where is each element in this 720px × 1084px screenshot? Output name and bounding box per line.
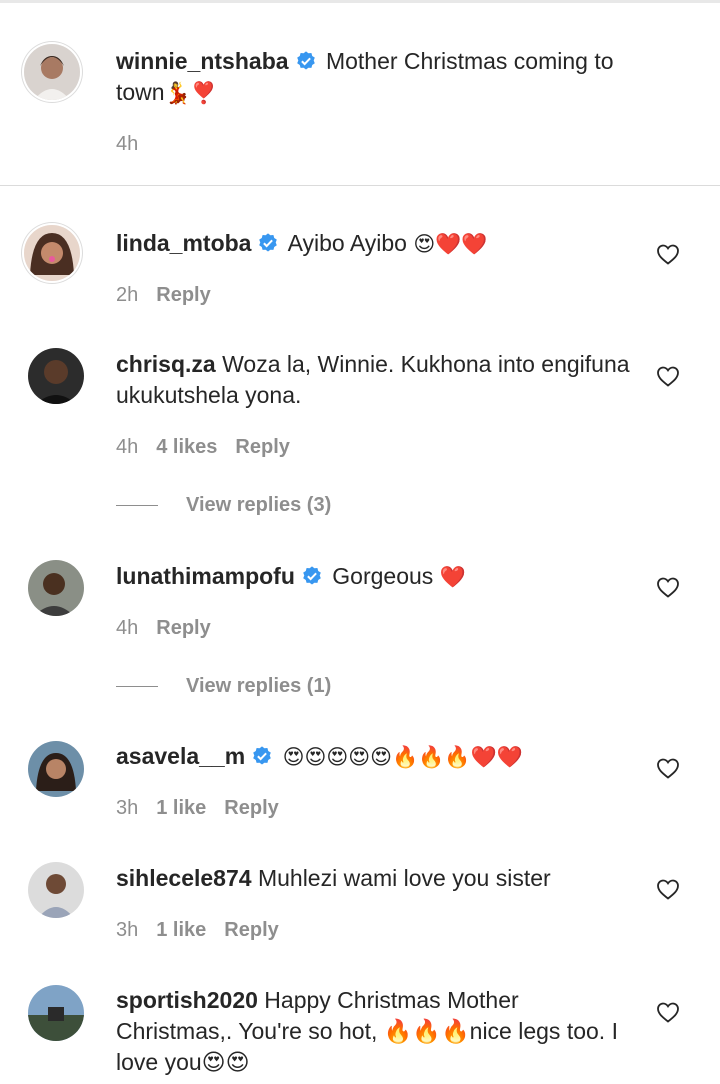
comment-meta: 3h 1 like Reply (116, 918, 297, 942)
heart-outline-icon[interactable] (656, 243, 680, 265)
comment-avatar[interactable] (28, 862, 84, 918)
comment-meta: 3h 1 like Reply (116, 796, 297, 820)
caption-meta: 4h (116, 132, 156, 156)
comment-meta: 4h 4 likes Reply (116, 435, 308, 459)
comment-time: 3h (116, 919, 139, 941)
comment-text: sportish2020 Happy Christmas Mother Chri… (116, 985, 641, 1078)
view-replies-button[interactable]: View replies (1) (116, 675, 331, 699)
view-replies-label: View replies (3) (186, 494, 332, 516)
comment-time: 4h (116, 617, 139, 639)
verified-badge-icon (295, 50, 317, 72)
caption-divider (0, 185, 720, 186)
comment-username[interactable]: asavela__m (116, 743, 245, 769)
comment-username[interactable]: sihlecele874 (116, 865, 252, 891)
comment-meta: 2h Reply (116, 283, 229, 307)
comment-username[interactable]: lunathimampofu (116, 563, 295, 589)
reply-button[interactable]: Reply (224, 919, 278, 941)
comment-username[interactable]: chrisq.za (116, 351, 216, 377)
comment-text: chrisq.za Woza la, Winnie. Kukhona into … (116, 349, 641, 411)
likes-count[interactable]: 1 like (156, 919, 206, 941)
comment-username[interactable]: sportish2020 (116, 987, 258, 1013)
heart-outline-icon[interactable] (656, 365, 680, 387)
comment-avatar[interactable] (28, 741, 84, 797)
comment-avatar[interactable] (28, 985, 84, 1041)
view-replies-line (116, 505, 158, 507)
comment-emoji: 😍❤️❤️ (413, 232, 488, 256)
likes-count[interactable]: 1 like (156, 797, 206, 819)
heart-outline-icon[interactable] (656, 878, 680, 900)
verified-badge-icon (301, 565, 323, 587)
heart-outline-icon[interactable] (656, 757, 680, 779)
caption-emoji: 💃❣️ (164, 81, 217, 105)
view-replies-label: View replies (1) (186, 675, 332, 697)
heart-outline-icon[interactable] (656, 1001, 680, 1023)
comment-body: Muhlezi wami love you sister (257, 865, 551, 891)
comment-text: linda_mtoba Ayibo Ayibo 😍❤️❤️ (116, 228, 641, 260)
caption-time: 4h (116, 133, 139, 155)
comment-time: 4h (116, 436, 139, 458)
view-replies-line (116, 686, 158, 688)
reply-button[interactable]: Reply (156, 284, 210, 306)
reply-button[interactable]: Reply (224, 797, 278, 819)
comment-time: 3h (116, 797, 139, 819)
comment-body: Ayibo Ayibo (287, 230, 407, 256)
comment-body: Gorgeous (332, 563, 434, 589)
comment-username[interactable]: linda_mtoba (116, 230, 251, 256)
verified-badge-icon (257, 232, 279, 254)
verified-badge-icon (251, 745, 273, 767)
caption-text: winnie_ntshaba Mother Christmas coming t… (116, 46, 641, 109)
comment-avatar[interactable] (24, 225, 80, 281)
comment-text: sihlecele874 Muhlezi wami love you siste… (116, 863, 641, 894)
comment-emoji: 😍😍😍😍😍🔥🔥🔥❤️❤️ (282, 745, 523, 769)
top-border (0, 0, 720, 3)
comment-avatar[interactable] (28, 560, 84, 616)
view-replies-button[interactable]: View replies (3) (116, 494, 331, 518)
caption-username[interactable]: winnie_ntshaba (116, 48, 289, 74)
reply-button[interactable]: Reply (156, 617, 210, 639)
heart-outline-icon[interactable] (656, 576, 680, 598)
comment-emoji: ❤️ (439, 565, 466, 589)
comment-text: asavela__m 😍😍😍😍😍🔥🔥🔥❤️❤️ (116, 741, 641, 773)
comment-time: 2h (116, 284, 139, 306)
likes-count[interactable]: 4 likes (156, 436, 217, 458)
comment-avatar[interactable] (28, 348, 84, 404)
comment-meta: 4h Reply (116, 616, 229, 640)
caption-avatar[interactable] (24, 44, 80, 100)
comment-text: lunathimampofu Gorgeous ❤️ (116, 561, 641, 593)
reply-button[interactable]: Reply (235, 436, 289, 458)
